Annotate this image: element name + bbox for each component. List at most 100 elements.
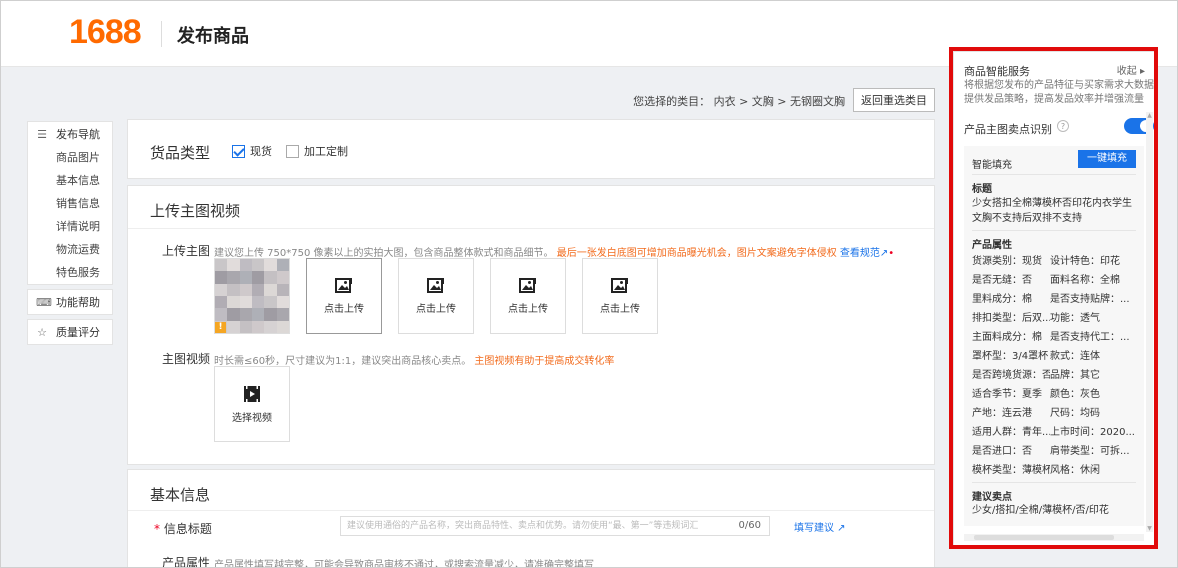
option-in-stock[interactable]: 现货 [232, 143, 272, 159]
mosaic-cell [239, 295, 252, 309]
attr-row: 里料成分：棉 是否支持贴牌：... [972, 290, 1142, 309]
checkbox-unchecked[interactable] [286, 144, 299, 158]
upload-box[interactable]: 点击上传 [490, 258, 566, 334]
attr-item: 风格：休闲 [1050, 465, 1100, 476]
mosaic-cell [215, 271, 228, 284]
checkbox-checked[interactable] [232, 144, 245, 158]
mosaic-cell [276, 259, 289, 272]
attr-row: 是否无缝：否 面料名称：全棉 [972, 271, 1142, 290]
mosaic-cell [215, 295, 228, 309]
selling-point-toggle-row: 产品主图卖点识别 ? [964, 118, 1154, 138]
divider [128, 228, 934, 229]
attr-row: 适用人群：青年... 上市时间：2020... [972, 423, 1142, 442]
mosaic-cell [264, 295, 277, 309]
mosaic-cell [264, 283, 277, 296]
attr-item: 模杯类型：薄模杯 [972, 465, 1050, 476]
upload-box[interactable]: 点击上传 [398, 258, 474, 334]
attr-item: 面料名称：全棉 [1050, 275, 1120, 286]
upload-box[interactable]: 点击上传 [582, 258, 658, 334]
chevron-right-icon: ▸ [1136, 66, 1145, 77]
attr-row: 货源类别：现货 设计特色：印花 [972, 252, 1142, 271]
product-attr-label: 产品属性 [162, 556, 211, 568]
nav-item-images[interactable]: 商品图片 [28, 146, 112, 169]
image-upload-icon [335, 277, 352, 293]
attr-item: 上市时间：2020... [1050, 427, 1135, 438]
logo-1688[interactable]: 1688 [69, 13, 142, 52]
scroll-up-icon[interactable]: ▲ [1146, 112, 1153, 119]
upload-card: 上传主图视频 上传主图 建议您上传 750*750 像素以上的实拍大图，包含商品… [127, 185, 935, 465]
horizontal-scrollbar[interactable] [964, 534, 1144, 541]
upload-label: 点击上传 [324, 303, 364, 315]
mosaic-cell [251, 259, 265, 272]
mosaic-cell [227, 259, 240, 272]
mosaic-cell [239, 283, 252, 296]
vertical-scrollbar[interactable]: ▲ ▼ [1146, 112, 1153, 532]
nav-item-details[interactable]: 详情说明 [28, 215, 112, 238]
attr-row: 是否跨境货源：否 品牌：其它 [972, 366, 1142, 385]
page-title: 发布商品 [177, 26, 249, 47]
nav-item-special-services[interactable]: 特色服务 [28, 261, 112, 284]
mosaic-cell [276, 295, 289, 309]
header-divider [161, 21, 162, 47]
page: 1688 发布商品 您选择的类目： 内衣 > 文胸 > 无钢圈文胸 返回重选类目… [0, 0, 1178, 568]
attr-item: 适用人群：青年... [972, 427, 1050, 438]
nav-item-sales-info[interactable]: 销售信息 [28, 192, 112, 215]
attr-item: 主面料成分：棉 [972, 332, 1042, 343]
one-click-fill-button[interactable]: 一键填充 [1078, 150, 1136, 168]
mosaic-cell [215, 259, 228, 272]
fill-suggestion-link[interactable]: 填写建议 ↗ [794, 519, 846, 534]
nav-item-basic-info[interactable]: 基本信息 [28, 169, 112, 192]
attr-item: 是否跨境货源：否 [972, 370, 1050, 381]
upload-label: 点击上传 [508, 303, 548, 315]
collapse-button[interactable]: 收起 ▸ [1117, 62, 1145, 77]
uploaded-image-thumbnail[interactable]: ! [214, 258, 290, 334]
nav-quality[interactable]: ☆ 质量评分 [28, 320, 112, 344]
mosaic-cell [264, 259, 277, 272]
option-custom[interactable]: 加工定制 [286, 143, 348, 159]
attr-row: 罩杯型：3/4罩杯 款式：连体 [972, 347, 1142, 366]
nav-head-publish[interactable]: ☰ 发布导航 [28, 122, 112, 146]
scroll-thumb[interactable] [974, 535, 1114, 540]
nav-item-shipping[interactable]: 物流运费 [28, 238, 112, 261]
video-hint: 时长需≤60秒，尺寸建议为1:1，建议突出商品核心卖点。 主图视频有助于提高成交… [214, 352, 614, 367]
reselect-category-button[interactable]: 返回重选类目 [853, 88, 935, 112]
list-icon: ☰ [37, 127, 47, 141]
panel-description: 将根据您发布的产品特征与买家需求大数据提供发品策略，提高发品效率并增强流量 [964, 80, 1154, 105]
divider [128, 510, 934, 511]
category-bar: 您选择的类目： 内衣 > 文胸 > 无钢圈文胸 返回重选类目 [127, 87, 935, 113]
help-icon[interactable]: ? [1057, 120, 1069, 132]
title-input[interactable]: 建议使用通俗的产品名称，突出商品特性、卖点和优势。请勿使用“最、第一”等违规词汇… [340, 516, 770, 536]
select-video-box[interactable]: 选择视频 [214, 366, 290, 442]
nav-help[interactable]: ⌨ 功能帮助 [28, 290, 112, 314]
mosaic-cell [215, 283, 228, 296]
mosaic-cell [227, 320, 240, 333]
video-hint-orange: 主图视频有助于提高成交转化率 [474, 356, 615, 367]
option-in-stock-label: 现货 [250, 145, 272, 158]
keyboard-icon: ⌨ [36, 295, 52, 309]
required-star: * [154, 522, 160, 536]
attr-item: 排扣类型：后双... [972, 313, 1050, 324]
scroll-down-icon[interactable]: ▼ [1146, 525, 1153, 532]
mosaic-cell [276, 283, 289, 296]
mosaic-cell [251, 283, 265, 296]
view-guidelines-link[interactable]: 查看规范 [840, 248, 880, 259]
attr-item: 尺码：均码 [1050, 408, 1100, 419]
warning-icon: ! [215, 322, 226, 333]
attr-row: 产地：连云港 尺码：均码 [972, 404, 1142, 423]
attr-item: 品牌：其它 [1050, 370, 1100, 381]
mosaic-cell [227, 295, 240, 309]
upload-label: 点击上传 [600, 303, 640, 315]
upload-label: 点击上传 [416, 303, 456, 315]
mosaic-cell [251, 308, 265, 321]
mosaic-cell [264, 308, 277, 321]
mosaic-cell [276, 320, 289, 333]
attr-item: 罩杯型：3/4罩杯 [972, 351, 1049, 362]
upload-box[interactable]: 点击上传 [306, 258, 382, 334]
nav-head-label: 发布导航 [56, 128, 100, 141]
title-field-label-text: 信息标题 [163, 522, 212, 536]
mosaic-cell [276, 271, 289, 284]
attr-row: 是否进口：否 肩带类型：可拆... [972, 442, 1142, 461]
collapse-label: 收起 [1116, 66, 1137, 77]
attr-item: 颜色：灰色 [1050, 389, 1100, 400]
attr-item: 是否无缝：否 [972, 275, 1032, 286]
